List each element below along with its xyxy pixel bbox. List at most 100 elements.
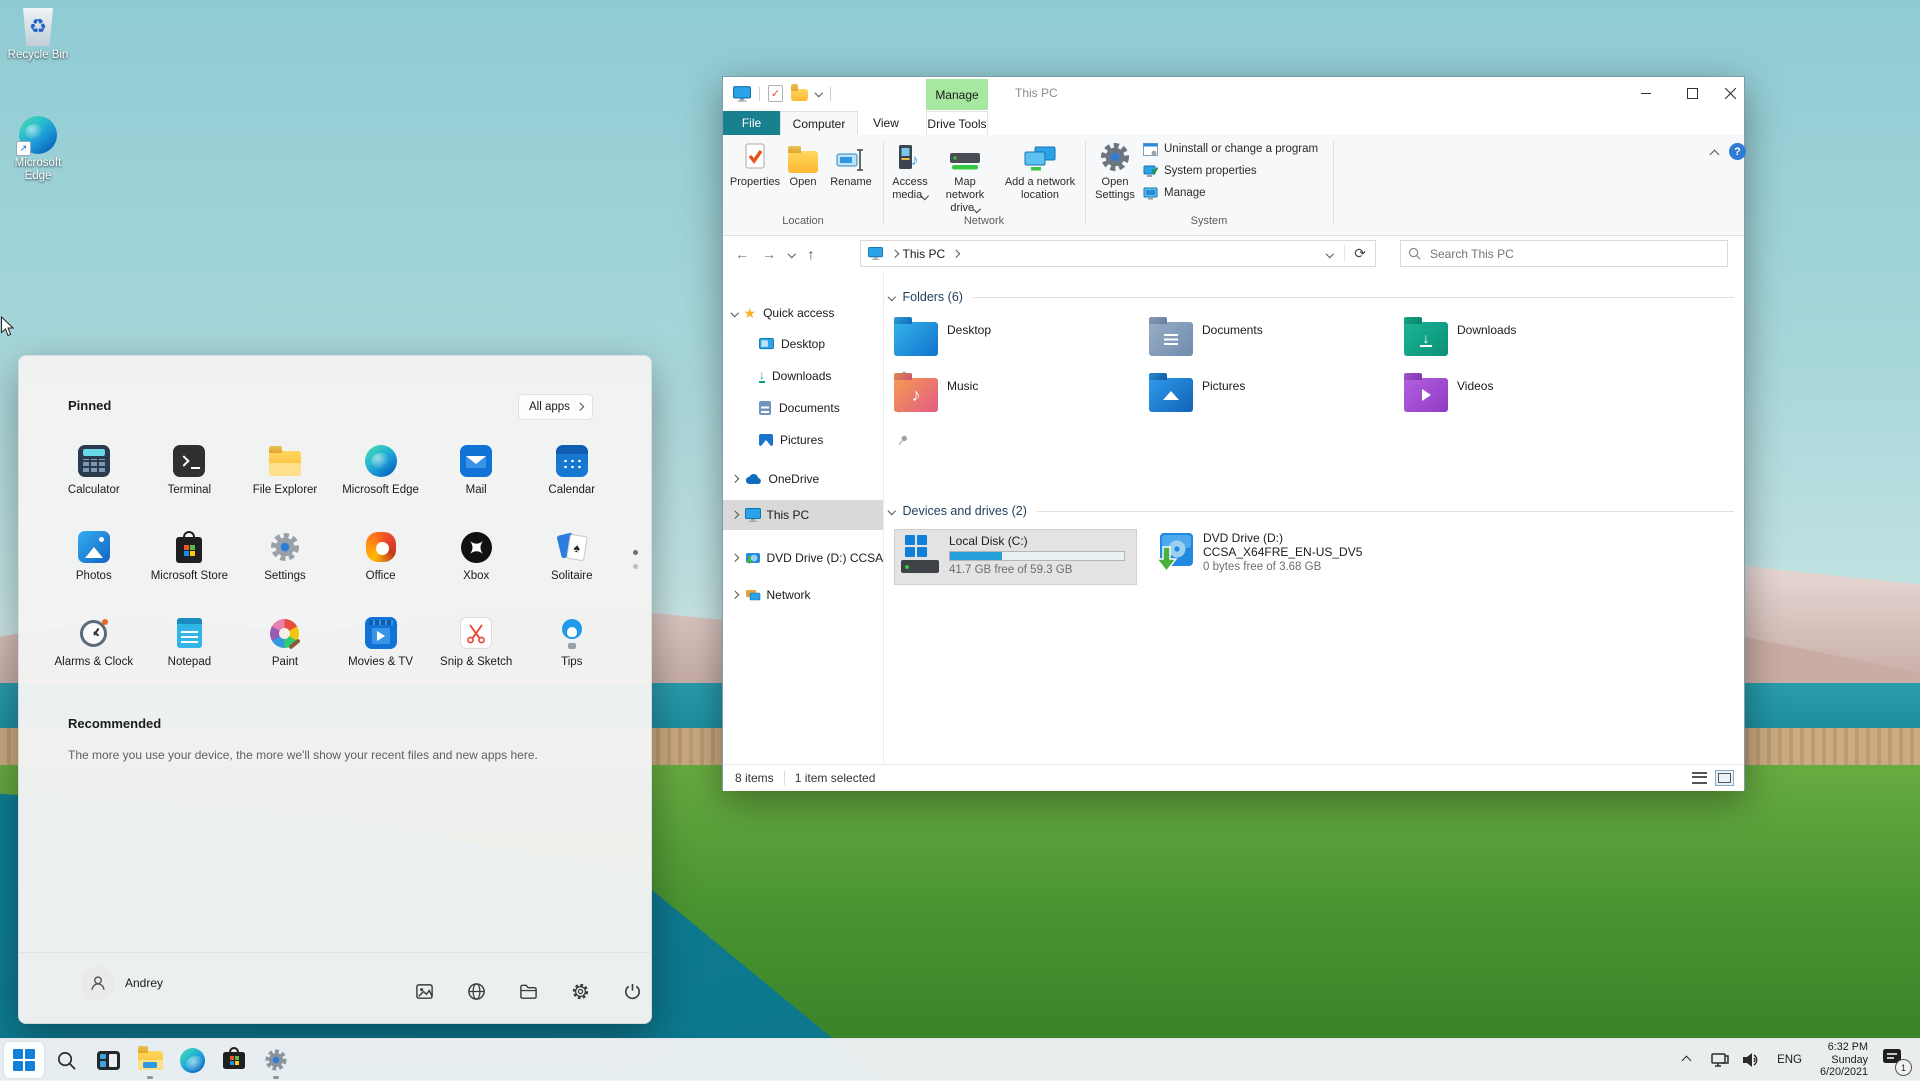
forward-button[interactable]: → — [762, 246, 776, 262]
nav-onedrive[interactable]: OneDrive — [723, 467, 883, 491]
start-button[interactable] — [4, 1042, 44, 1078]
folder-tile-music[interactable]: ♪ Music — [894, 372, 1149, 428]
app-snip-sketch[interactable]: Snip & Sketch — [428, 614, 524, 700]
search-box[interactable] — [1400, 240, 1728, 267]
add-network-location-button[interactable]: Add a network location — [999, 139, 1081, 202]
expand-chevron-icon[interactable] — [730, 554, 739, 562]
app-notepad[interactable]: Notepad — [142, 614, 238, 700]
app-file-explorer[interactable]: File Explorer — [237, 442, 333, 528]
qat-properties-icon[interactable]: ✓ — [768, 85, 783, 102]
volume-tray-icon[interactable] — [1740, 1042, 1760, 1081]
open-button[interactable]: Open — [783, 139, 823, 189]
clock[interactable]: 6:32 PM Sunday 6/20/2021 — [1806, 1041, 1868, 1079]
titlebar[interactable]: ✓ Manage This PC — [723, 77, 1744, 111]
collapse-section-icon[interactable] — [887, 507, 896, 515]
rename-button[interactable]: Rename — [825, 139, 877, 189]
manage-button[interactable]: Manage — [1143, 183, 1206, 203]
breadcrumb-chevron-icon[interactable] — [890, 249, 899, 258]
app-microsoft-edge[interactable]: Microsoft Edge — [333, 442, 429, 528]
app-tips[interactable]: Tips — [524, 614, 620, 700]
language-indicator[interactable]: ENG — [1777, 1039, 1802, 1081]
section-devices[interactable]: Devices and drives (2) — [887, 504, 1734, 518]
expand-chevron-icon[interactable] — [730, 475, 739, 483]
properties-button[interactable]: Properties — [729, 139, 781, 189]
network-tray-icon[interactable] — [1710, 1042, 1730, 1081]
app-office[interactable]: Office — [333, 528, 429, 614]
refresh-icon[interactable]: ⟳ — [1354, 245, 1366, 262]
nav-quick-access[interactable]: ★ Quick access — [723, 301, 883, 325]
search-input[interactable] — [1428, 245, 1727, 262]
app-settings[interactable]: Settings — [237, 528, 333, 614]
collapse-section-icon[interactable] — [887, 293, 896, 301]
file-explorer-button[interactable] — [511, 974, 545, 1008]
desktop-icon-microsoft-edge[interactable]: ↗ Microsoft Edge — [0, 116, 76, 183]
folder-tile-documents[interactable]: Documents — [1149, 316, 1404, 372]
close-button[interactable] — [1715, 77, 1746, 109]
app-paint[interactable]: Paint — [237, 614, 333, 700]
system-properties-button[interactable]: System properties — [1143, 161, 1257, 181]
app-terminal[interactable]: Terminal — [142, 442, 238, 528]
tab-view[interactable]: View — [858, 111, 914, 135]
help-icon[interactable]: ? — [1729, 143, 1746, 160]
maximize-button[interactable] — [1669, 77, 1715, 109]
app-alarms-clock[interactable]: Alarms & Clock — [46, 614, 142, 700]
taskbar-search-button[interactable] — [46, 1042, 86, 1078]
breadcrumb[interactable]: This PC — [903, 247, 946, 261]
settings-button[interactable] — [563, 974, 597, 1008]
tab-computer[interactable]: Computer — [780, 111, 858, 135]
app-photos[interactable]: Photos — [46, 528, 142, 614]
tab-drive-tools[interactable]: Drive Tools — [926, 111, 988, 135]
address-bar[interactable]: This PC ⟳ — [860, 240, 1376, 267]
app-xbox[interactable]: Xbox — [428, 528, 524, 614]
folder-tile-downloads[interactable]: ↓ Downloads — [1404, 316, 1659, 372]
back-button[interactable]: ← — [735, 246, 749, 262]
qat-new-folder-icon[interactable] — [791, 89, 808, 101]
minimize-button[interactable] — [1623, 77, 1669, 109]
details-view-toggle[interactable] — [1692, 772, 1707, 784]
taskbar-file-explorer-button[interactable] — [130, 1042, 170, 1078]
uninstall-program-button[interactable]: Uninstall or change a program — [1143, 139, 1318, 159]
drive-tile-local-disk[interactable]: Local Disk (C:) 41.7 GB free of 59.3 GB — [894, 529, 1137, 585]
drive-tile-dvd[interactable]: DVD Drive (D:) CCSA_X64FRE_EN-US_DV5 0 b… — [1149, 529, 1392, 585]
app-calendar[interactable]: Calendar — [524, 442, 620, 528]
tray-chevron-button[interactable] — [1681, 1039, 1692, 1081]
address-dropdown-icon[interactable] — [1325, 249, 1334, 258]
app-movies-tv[interactable]: Movies & TV — [333, 614, 429, 700]
section-folders[interactable]: Folders (6) — [887, 290, 1734, 304]
web-browser-button[interactable] — [459, 974, 493, 1008]
manage-contextual-header[interactable]: Manage — [926, 79, 988, 110]
desktop-icon-recycle-bin[interactable]: ♻ Recycle Bin — [0, 8, 76, 62]
access-media-button[interactable]: ♪ Access media — [887, 139, 933, 202]
pictures-folder-button[interactable] — [407, 974, 441, 1008]
app-calculator[interactable]: Calculator — [46, 442, 142, 528]
power-button[interactable] — [615, 974, 649, 1008]
up-button[interactable]: ↑ — [808, 246, 815, 262]
map-network-drive-button[interactable]: Map network drive — [935, 139, 995, 215]
app-mail[interactable]: Mail — [428, 442, 524, 528]
expand-chevron-icon[interactable] — [730, 309, 739, 317]
nav-this-pc[interactable]: This PC — [723, 500, 883, 530]
expand-chevron-icon[interactable] — [730, 591, 739, 599]
folder-tile-desktop[interactable]: Desktop — [894, 316, 1149, 372]
folder-tile-pictures[interactable]: Pictures — [1149, 372, 1404, 428]
large-icons-view-toggle[interactable] — [1715, 770, 1734, 786]
task-view-button[interactable] — [88, 1042, 128, 1078]
expand-chevron-icon[interactable] — [730, 511, 739, 519]
qat-customize-icon[interactable] — [814, 88, 823, 97]
user-profile-button[interactable]: Andrey — [81, 966, 163, 1000]
all-apps-button[interactable]: All apps — [518, 394, 594, 420]
open-settings-button[interactable]: Open Settings — [1091, 139, 1139, 202]
nav-network[interactable]: Network — [723, 583, 883, 607]
app-solitaire[interactable]: ♠ Solitaire — [524, 528, 620, 614]
collapse-ribbon-icon[interactable] — [1709, 149, 1720, 160]
taskbar-store-button[interactable] — [214, 1042, 254, 1078]
recent-locations-icon[interactable] — [787, 250, 796, 258]
app-microsoft-store[interactable]: Microsoft Store — [142, 528, 238, 614]
tab-file[interactable]: File — [723, 111, 780, 135]
pinned-pagination-dots[interactable] — [633, 550, 638, 569]
taskbar-edge-button[interactable] — [172, 1042, 212, 1078]
notification-center-button[interactable]: 1 — [1882, 1047, 1912, 1076]
breadcrumb-chevron-icon[interactable] — [952, 249, 960, 258]
nav-dvd-drive[interactable]: DVD Drive (D:) CCSA — [723, 546, 883, 570]
folder-tile-videos[interactable]: Videos — [1404, 372, 1659, 428]
